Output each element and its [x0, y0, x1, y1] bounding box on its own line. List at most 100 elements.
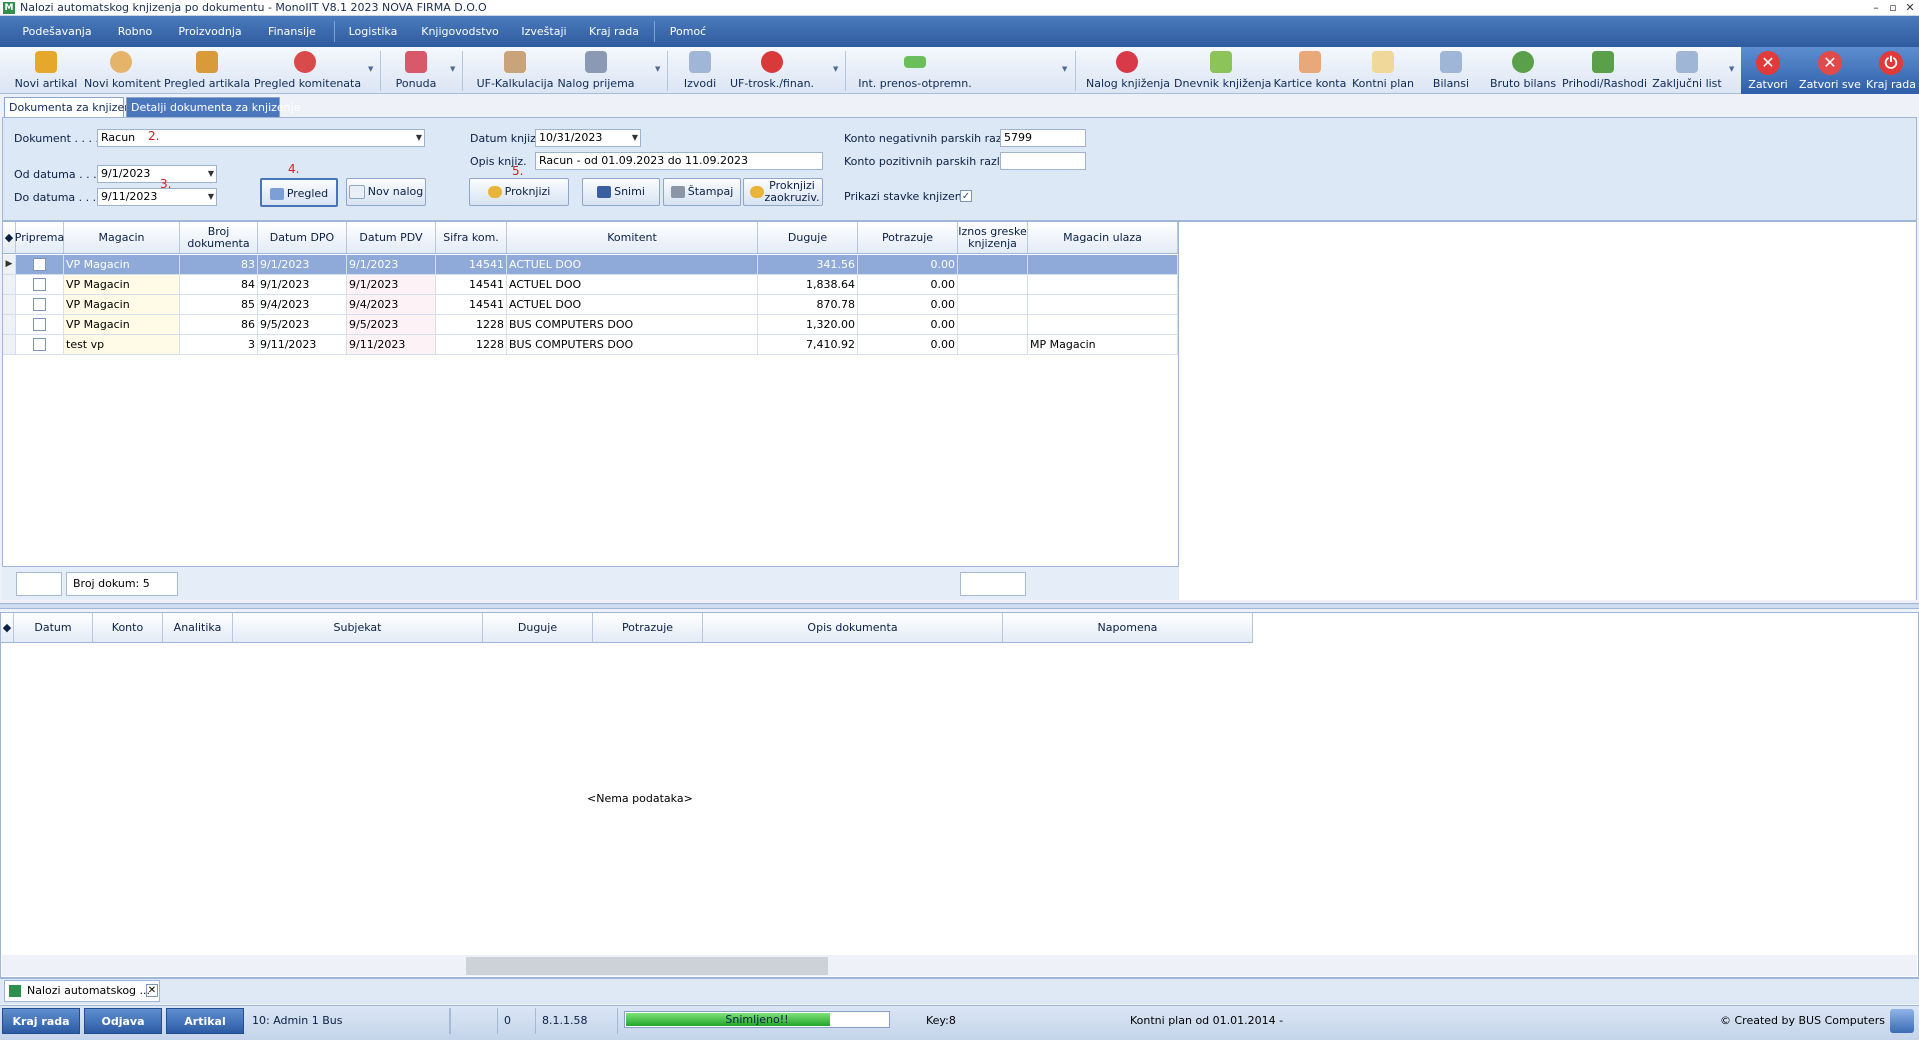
minimize-button[interactable]: –	[1869, 1, 1883, 14]
tb-nalog-prijema[interactable]: Nalog prijema	[556, 47, 636, 94]
konto-poz-label: Konto pozitivnih parskih razlika	[844, 155, 1016, 168]
cell-priprema[interactable]	[16, 315, 64, 335]
col-iznos-greske[interactable]: Iznos greske knjizenja	[958, 222, 1028, 254]
priprema-checkbox[interactable]	[33, 298, 46, 311]
chevron-down-icon[interactable]: ▼	[450, 65, 458, 73]
tb-dnevnik-knjizenja[interactable]: Dnevnik knjiženja	[1174, 47, 1271, 94]
col2-datum[interactable]: Datum	[14, 613, 93, 643]
col2-konto[interactable]: Konto	[93, 613, 163, 643]
col-priprema[interactable]: Priprema	[15, 222, 64, 254]
menu-separator	[654, 21, 655, 42]
close-tab-icon[interactable]: ✕	[146, 984, 158, 997]
menu-proizvodnja[interactable]: Proizvodnja	[172, 16, 248, 47]
mdi-tab-nalozi[interactable]: Nalozi automatskog ... ✕	[4, 980, 160, 1002]
tb-kartice-konta[interactable]: Kartice konta	[1272, 47, 1348, 94]
horizontal-scrollbar[interactable]	[2, 955, 1917, 976]
tb-kontni-plan[interactable]: Kontni plan	[1350, 47, 1416, 94]
menu-logistika[interactable]: Logistika	[342, 16, 404, 47]
col2-analitika[interactable]: Analitika	[163, 613, 233, 643]
tb-bruto-bilans[interactable]: Bruto bilans	[1486, 47, 1560, 94]
col2-potrazuje[interactable]: Potrazuje	[593, 613, 703, 643]
tb-zatvori-sve[interactable]: ✕ Zatvori sve	[1797, 47, 1863, 94]
stampaj-button[interactable]: Štampaj	[663, 178, 741, 206]
pregled-button[interactable]: Pregled	[260, 178, 338, 207]
datum-knjiz-input[interactable]: 10/31/2023 ▼	[535, 129, 641, 147]
scrollbar-thumb[interactable]	[466, 957, 828, 975]
maximize-button[interactable]: ▫	[1886, 1, 1900, 14]
menu-finansije[interactable]: Finansije	[258, 16, 326, 47]
col-magacin[interactable]: Magacin	[64, 222, 180, 254]
tb-kraj-rada[interactable]: ⏻ Kraj rada	[1865, 47, 1917, 94]
menu-kraj-rada[interactable]: Kraj rada	[584, 16, 644, 47]
priprema-checkbox[interactable]	[33, 278, 46, 291]
chevron-down-icon[interactable]: ▼	[1729, 65, 1737, 73]
cell-priprema[interactable]	[16, 295, 64, 315]
do-datuma-input[interactable]: 9/11/2023 ▼	[97, 188, 217, 206]
konto-poz-input[interactable]	[1000, 152, 1086, 170]
col2-duguje[interactable]: Duguje	[483, 613, 593, 643]
nov-nalog-button[interactable]: Nov nalog	[346, 178, 426, 206]
tb-nalog-knjizenja[interactable]: Nalog knjiženja	[1086, 47, 1170, 94]
cell-potrazuje: 0.00	[858, 295, 958, 315]
proknjizi-button[interactable]: Proknjizi	[469, 178, 569, 206]
chevron-down-icon[interactable]: ▼	[655, 65, 663, 73]
chevron-down-icon[interactable]: ▼	[368, 65, 376, 73]
tb-bilansi[interactable]: Bilansi	[1426, 47, 1476, 94]
dokument-select[interactable]: Racun ▼	[97, 129, 425, 147]
menu-izvestaji[interactable]: Izveštaji	[514, 16, 574, 47]
tb-int-prenos[interactable]: Int. prenos-otpremn.	[852, 47, 978, 94]
row-indicator[interactable]	[3, 295, 16, 315]
col-komitent[interactable]: Komitent	[507, 222, 758, 254]
tb-ponuda[interactable]: Ponuda	[388, 47, 444, 94]
menu-robno[interactable]: Robno	[106, 16, 164, 47]
priprema-checkbox[interactable]	[33, 318, 46, 331]
opis-knjiz-input[interactable]: Racun - od 01.09.2023 do 11.09.2023	[535, 152, 823, 170]
col-broj-dokumenta[interactable]: Broj dokumenta	[180, 222, 258, 254]
menu-podesavanja[interactable]: Podešavanja	[18, 16, 96, 47]
tb-uf-kalkulacija[interactable]: UF-Kalkulacija	[470, 47, 560, 94]
row-indicator[interactable]	[3, 315, 16, 335]
cell-priprema[interactable]	[16, 275, 64, 295]
tb-pregled-komitenata[interactable]: Pregled komitenata	[254, 47, 361, 94]
tb-izvodi[interactable]: Izvodi	[674, 47, 726, 94]
row-indicator[interactable]	[3, 335, 16, 355]
proknjizi-zaokruziv-button[interactable]: Proknjizi zaokruziv.	[743, 178, 823, 206]
od-datuma-input[interactable]: 9/1/2023 ▼	[97, 165, 217, 183]
col2-opis-dokumenta[interactable]: Opis dokumenta	[703, 613, 1003, 643]
tb-novi-artikal[interactable]: Novi artikal	[14, 47, 78, 94]
artikal-button[interactable]: Artikal	[166, 1008, 244, 1034]
col2-napomena[interactable]: Napomena	[1003, 613, 1253, 643]
col-datum-dpo[interactable]: Datum DPO	[258, 222, 347, 254]
col-potrazuje[interactable]: Potrazuje	[858, 222, 958, 254]
tb-prihodi-rashodi[interactable]: Prihodi/Rashodi	[1562, 47, 1647, 94]
col-sifra-kom[interactable]: Sifra kom.	[436, 222, 507, 254]
close-window-button[interactable]: ✕	[1903, 1, 1917, 14]
row-indicator[interactable]: ▶	[3, 255, 16, 275]
col-datum-pdv[interactable]: Datum PDV	[347, 222, 436, 254]
col-duguje[interactable]: Duguje	[758, 222, 858, 254]
cell-priprema[interactable]	[16, 335, 64, 355]
tb-novi-komitent[interactable]: Novi komitent	[84, 47, 161, 94]
prikazi-stavke-checkbox[interactable]: ✓	[960, 190, 972, 202]
konto-neg-input[interactable]: 5799	[1000, 129, 1086, 147]
tab-dokumenta-za-knjizenje[interactable]: Dokumenta za knjizenje	[4, 97, 141, 117]
menu-knjigovodstvo[interactable]: Knjigovodstvo	[414, 16, 506, 47]
chevron-down-icon[interactable]: ▼	[1062, 65, 1070, 73]
tb-uf-trosk[interactable]: UF-trosk./finan.	[728, 47, 816, 94]
row-indicator[interactable]	[3, 275, 16, 295]
odjava-button[interactable]: Odjava	[84, 1008, 162, 1034]
panel-splitter[interactable]	[0, 603, 1919, 609]
kraj-rada-button[interactable]: Kraj rada	[2, 1008, 80, 1034]
tab-detalji-dokumenta[interactable]: Detalji dokumenta za knjizenje	[126, 97, 300, 117]
tb-zakljucni-list[interactable]: Zaključni list	[1648, 47, 1726, 94]
menu-pomoc[interactable]: Pomoć	[664, 16, 712, 47]
chevron-down-icon[interactable]: ▼	[833, 65, 841, 73]
snimi-button[interactable]: Snimi	[582, 178, 660, 206]
col2-subjekat[interactable]: Subjekat	[233, 613, 483, 643]
tb-pregled-artikala[interactable]: Pregled artikala	[164, 47, 250, 94]
priprema-checkbox[interactable]	[33, 258, 46, 271]
tb-zatvori[interactable]: ✕ Zatvori	[1743, 47, 1793, 94]
cell-priprema[interactable]	[16, 255, 64, 275]
col-magacin-ulaza[interactable]: Magacin ulaza	[1028, 222, 1178, 254]
priprema-checkbox[interactable]	[33, 338, 46, 351]
